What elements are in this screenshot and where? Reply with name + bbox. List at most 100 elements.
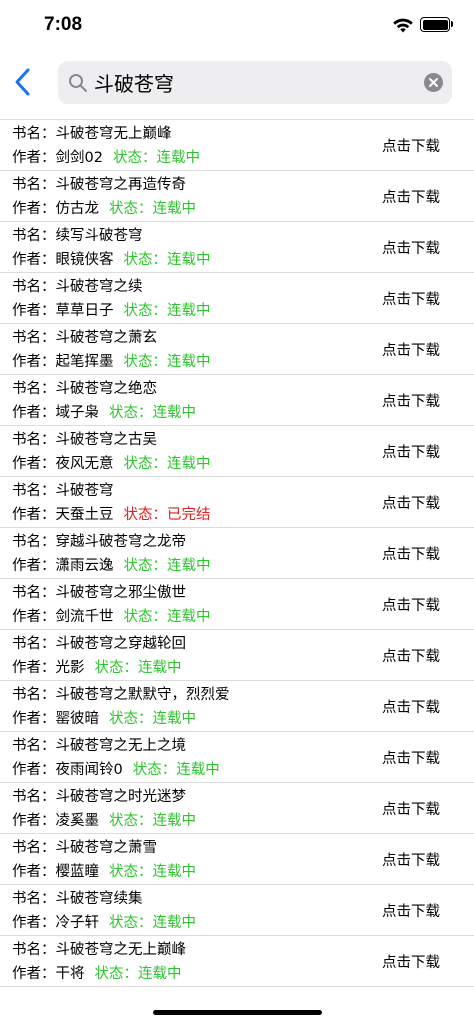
list-item[interactable]: 书名：斗破苍穹之绝恋 作者：域子枭 状态：连载中 点击下载 — [0, 375, 474, 426]
status-label: 状态： — [132, 762, 177, 778]
list-item[interactable]: 书名：斗破苍穹 作者：天蚕土豆 状态：已完结 点击下载 — [0, 477, 474, 528]
book-title: 斗破苍穹之续 — [55, 279, 143, 295]
close-icon — [429, 78, 438, 87]
list-item[interactable]: 书名：斗破苍穹之无上之境 作者：夜雨闻铃0 状态：连载中 点击下载 — [0, 732, 474, 783]
list-item[interactable]: 书名：斗破苍穹之萧玄 作者：起笔挥墨 状态：连载中 点击下载 — [0, 324, 474, 375]
status-label: 状态： — [94, 660, 139, 676]
title-label: 书名： — [12, 585, 56, 601]
title-line: 书名：斗破苍穹续集 — [12, 890, 143, 908]
status-label: 状态： — [123, 456, 168, 472]
download-button[interactable]: 点击下载 — [382, 849, 440, 870]
list-item[interactable]: 书名：斗破苍穹之续 作者：草草日子 状态：连载中 点击下载 — [0, 273, 474, 324]
download-button[interactable]: 点击下载 — [382, 441, 440, 462]
book-list[interactable]: 书名：斗破苍穹无上巅峰 作者：剑剑02 状态：连载中 点击下载 书名：斗破苍穹之再造传奇… — [0, 114, 474, 990]
battery-icon — [420, 17, 450, 32]
download-button[interactable]: 点击下载 — [382, 900, 440, 921]
list-item[interactable]: 书名：续写斗破苍穹 作者：眼镜侠客 状态：连载中 点击下载 — [0, 222, 474, 273]
book-author: 域子枭 — [55, 405, 100, 421]
status-badge: 状态：连载中 — [124, 252, 211, 268]
search-input[interactable] — [94, 61, 414, 104]
title-line: 书名：斗破苍穹之再造传奇 — [12, 176, 186, 194]
book-author: 冷子轩 — [55, 915, 100, 931]
status-value: 已完结 — [167, 507, 211, 523]
title-line: 书名：斗破苍穹 — [12, 482, 114, 500]
download-button[interactable]: 点击下载 — [382, 390, 440, 411]
download-button[interactable]: 点击下载 — [382, 798, 440, 819]
list-item[interactable]: 书名：斗破苍穹之邪尘傲世作者：剑流千世 状态：连载中 点击下载 — [0, 579, 474, 630]
book-author: 眼镜侠客 — [55, 252, 114, 268]
author-label: 作者： — [12, 558, 56, 574]
status-value: 连载中 — [138, 966, 182, 982]
title-line: 书名：斗破苍穹之穿越轮回 — [12, 635, 186, 653]
title-line: 书名：斗破苍穹之无上之境 — [12, 737, 186, 755]
status-badge: 状态：连载中 — [109, 711, 196, 727]
book-title: 斗破苍穹 — [55, 483, 114, 499]
title-label: 书名： — [12, 279, 56, 295]
title-line: 书名：斗破苍穹之萧玄 — [12, 329, 157, 347]
list-item[interactable]: 书名：斗破苍穹之时光迷梦 作者：凌奚墨 状态：连载中 点击下载 — [0, 783, 474, 834]
title-line: 书名：斗破苍穹之邪尘傲世 — [12, 584, 186, 602]
download-button[interactable]: 点击下载 — [382, 747, 440, 768]
status-label: 状态： — [123, 507, 168, 523]
download-button[interactable]: 点击下载 — [382, 543, 440, 564]
meta-line: 作者：剑剑02 状态：连载中 — [12, 149, 200, 167]
author-label: 作者： — [12, 456, 56, 472]
status-badge: 状态：连载中 — [109, 915, 196, 931]
download-button[interactable]: 点击下载 — [382, 594, 440, 615]
title-line: 书名：斗破苍穹之萧雪 — [12, 839, 157, 857]
book-title: 斗破苍穹之无上巅峰 — [55, 942, 187, 958]
status-bar: 7:08 — [0, 0, 474, 54]
list-item[interactable]: 书名：斗破苍穹之萧雪 作者：樱蓝瞳 状态：连载中 点击下载 — [0, 834, 474, 885]
author-label: 作者： — [12, 354, 56, 370]
title-label: 书名： — [12, 534, 56, 550]
search-bar[interactable] — [58, 61, 452, 104]
book-author: 仿古龙 — [55, 201, 100, 217]
author-label: 作者： — [12, 609, 56, 625]
title-line: 书名：斗破苍穹之无上巅峰 — [12, 941, 186, 959]
download-button[interactable]: 点击下载 — [382, 186, 440, 207]
battery-cap — [451, 21, 453, 27]
title-label: 书名： — [12, 381, 56, 397]
download-button[interactable]: 点击下载 — [382, 339, 440, 360]
status-value: 连载中 — [152, 864, 197, 880]
list-item[interactable]: 书名：穿越斗破苍穹之龙帝 作者：潇雨云逸 状态：连载中 点击下载 — [0, 528, 474, 579]
download-button[interactable]: 点击下载 — [382, 492, 440, 513]
download-button[interactable]: 点击下载 — [382, 645, 440, 666]
list-item[interactable]: 书名：斗破苍穹无上巅峰 作者：剑剑02 状态：连载中 点击下载 — [0, 120, 474, 171]
list-item[interactable]: 书名：斗破苍穹续集 作者：冷子轩 状态：连载中 点击下载 — [0, 885, 474, 936]
list-item[interactable]: 书名：斗破苍穹之无上巅峰 作者：干将 状态：连载中 点击下载 — [0, 936, 474, 987]
book-author: 起笔挥墨 — [55, 354, 114, 370]
author-label: 作者： — [12, 507, 56, 523]
meta-line: 作者：剑流千世 状态：连载中 — [12, 608, 211, 626]
download-button[interactable]: 点击下载 — [382, 696, 440, 717]
download-button[interactable]: 点击下载 — [382, 237, 440, 258]
status-badge: 状态：已完结 — [124, 507, 211, 523]
book-author: 夜风无意 — [55, 456, 114, 472]
status-badge: 状态：连载中 — [124, 354, 211, 370]
book-title: 斗破苍穹之萧雪 — [55, 840, 158, 856]
download-button[interactable]: 点击下载 — [382, 135, 440, 156]
title-label: 书名： — [12, 330, 56, 346]
back-button[interactable] — [8, 62, 40, 102]
list-item[interactable]: 书名：斗破苍穹之穿越轮回 作者：光影 状态：连载中 点击下载 — [0, 630, 474, 681]
meta-line: 作者：干将 状态：连载中 — [12, 965, 182, 983]
list-item[interactable]: 书名：斗破苍穹之再造传奇 作者：仿古龙 状态：连载中 点击下载 — [0, 171, 474, 222]
status-label: 状态： — [123, 609, 168, 625]
list-item[interactable]: 书名：斗破苍穹之古吴 作者：夜风无意 状态：连载中 点击下载 — [0, 426, 474, 477]
title-line: 书名：穿越斗破苍穹之龙帝 — [12, 533, 186, 551]
title-line: 书名：续写斗破苍穹 — [12, 227, 143, 245]
status-value: 连载中 — [167, 609, 211, 625]
status-badge: 状态：连载中 — [95, 966, 182, 982]
status-time: 7:08 — [44, 14, 83, 35]
status-value: 连载中 — [156, 150, 200, 166]
download-button[interactable]: 点击下载 — [382, 288, 440, 309]
author-label: 作者： — [12, 762, 56, 778]
download-button[interactable]: 点击下载 — [382, 951, 440, 972]
book-author: 光影 — [55, 660, 85, 676]
book-author: 夜雨闻铃0 — [55, 762, 123, 778]
clear-search-button[interactable] — [424, 73, 443, 92]
home-indicator[interactable] — [153, 1010, 322, 1015]
status-label: 状态： — [94, 966, 139, 982]
list-item[interactable]: 书名：斗破苍穹之默默守，烈烈爱 作者：罂彼暗 状态：连载中 点击下载 — [0, 681, 474, 732]
status-label: 状态： — [123, 354, 168, 370]
